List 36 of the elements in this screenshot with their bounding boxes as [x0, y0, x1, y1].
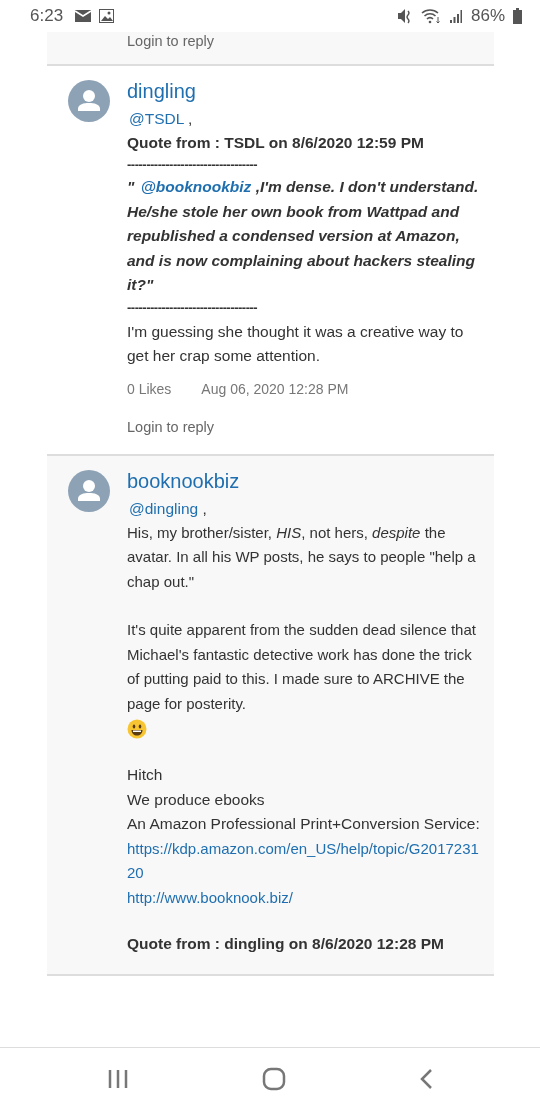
home-icon[interactable] — [262, 1067, 286, 1091]
post-paragraph: It's quite apparent from the sudden dead silence that Michael's fantastic detective work has done the trick of putting paid to this. I made sure to ARCHIVE the page for posterity. — [127, 620, 477, 714]
dashed-divider: ---------------------------------- — [127, 298, 259, 317]
post-date: Aug 06, 2020 12:28 PM — [201, 380, 349, 397]
reply-text: I'm guessing she thought it was a creative way to get her crap some attention. — [127, 321, 465, 366]
battery-percent: 86% — [470, 6, 505, 26]
wifi-icon — [420, 8, 441, 24]
login-link[interactable]: Login to reply — [127, 33, 215, 49]
dashed-divider: ---------------------------------- — [127, 156, 259, 174]
author-name[interactable]: booknookbiz — [127, 469, 240, 493]
mention-link[interactable]: @dingling — [127, 499, 199, 517]
recent-apps-icon[interactable] — [106, 1069, 129, 1089]
signature-line: An Amazon Professional Print+Conversion Service: — [127, 814, 481, 834]
back-icon[interactable] — [419, 1068, 434, 1090]
quote-header: Quote from : TSDL on 8/6/2020 12:59 PM — [127, 133, 425, 153]
web-link[interactable]: http://www.booknook.biz/ — [127, 885, 484, 910]
author-name[interactable]: dingling — [127, 80, 196, 103]
quoted-text: " @booknookbiz ,I'm dense. I don't understand. He/she stole her own book from Wattpad and republished a condensed version at Amazon, and is now complaining about hackers stealing it?" — [127, 177, 480, 295]
signal-icon — [448, 9, 463, 23]
signature-line: Hitch — [127, 765, 164, 785]
signature-line: We produce ebooks — [127, 789, 266, 810]
avatar-icon — [68, 80, 110, 122]
image-icon — [99, 9, 115, 23]
likes-count: 0 Likes — [127, 380, 172, 397]
clock-time: 6:23 — [30, 6, 64, 26]
mention-link[interactable]: @booknookbiz — [138, 178, 252, 195]
login-link[interactable]: Login to reply — [127, 418, 215, 435]
quote-header: Quote from : dingling on 8/6/2020 12:28 PM — [127, 934, 445, 954]
comma-text: , — [202, 499, 207, 517]
mail-icon — [75, 10, 92, 22]
post-paragraph: His, my brother/sister, HIS, not hers, despite the avatar. In all his WP posts, he says to people "help a chap out." — [127, 522, 477, 592]
battery-icon — [513, 8, 522, 24]
mention-link[interactable]: @TSDL — [127, 110, 184, 127]
avatar-icon — [68, 469, 110, 512]
comma-text: , — [188, 110, 193, 127]
mute-icon — [396, 8, 413, 24]
